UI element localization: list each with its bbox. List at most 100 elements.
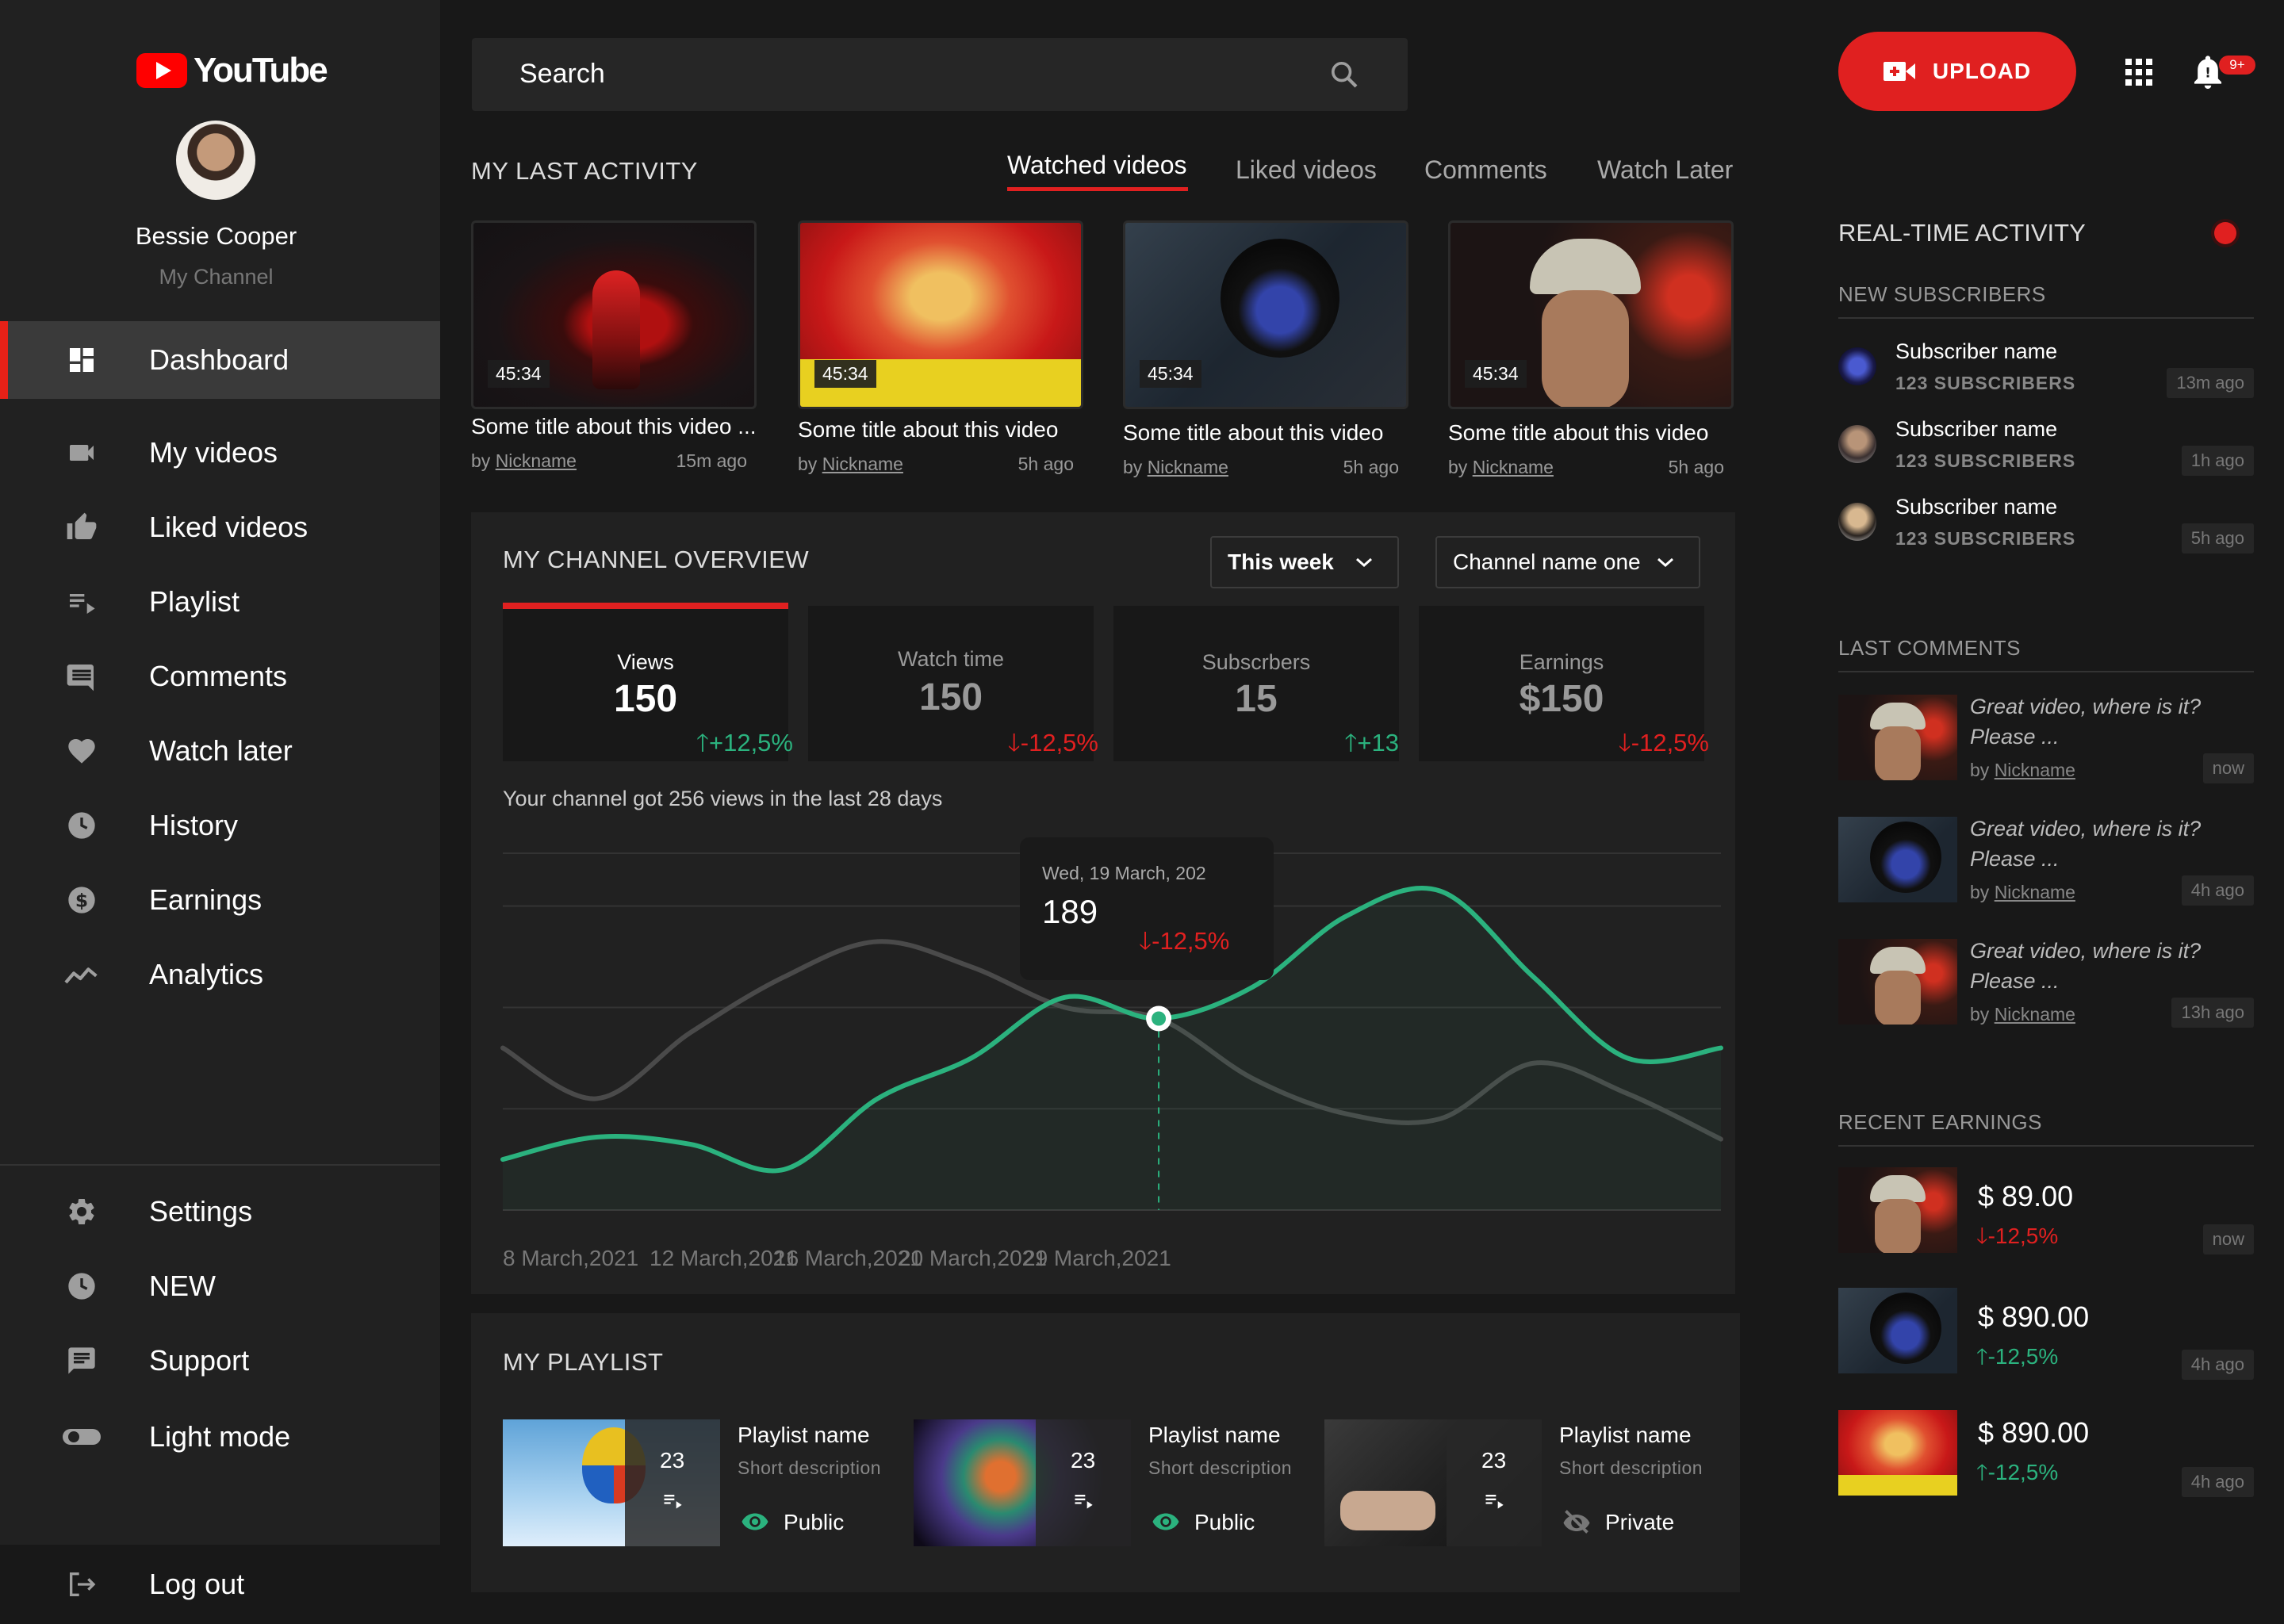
- video-title[interactable]: Some title about this video ...: [471, 414, 757, 439]
- sidebar-item-support[interactable]: Support: [0, 1322, 440, 1400]
- tab-watched-videos[interactable]: Watched videos: [1007, 151, 1186, 180]
- playlist-thumbnail[interactable]: 23: [914, 1419, 1131, 1546]
- eye-icon: [742, 1513, 768, 1530]
- subscriber-name[interactable]: Subscriber name: [1895, 495, 2057, 519]
- time-badge: 4h ago: [2181, 1350, 2254, 1380]
- video-time: 5h ago: [1017, 454, 1074, 474]
- sidebar-item-liked-videos[interactable]: Liked videos: [0, 488, 440, 566]
- tab-comments[interactable]: Comments: [1424, 155, 1547, 185]
- sidebar-item-comments[interactable]: Comments: [0, 638, 440, 715]
- active-tab-indicator: [1007, 187, 1188, 191]
- comment-item[interactable]: Great video, where is it? Please ... by …: [1838, 936, 2254, 1031]
- playlist-name: Playlist name: [738, 1423, 870, 1447]
- subscriber-name[interactable]: Subscriber name: [1895, 417, 2057, 442]
- tab-watch-later[interactable]: Watch Later: [1597, 155, 1733, 185]
- thumbnail-figure: [1542, 290, 1629, 407]
- subscriber-item[interactable]: Subscriber name 123 SUBSCRIBERS 1h ago: [1838, 417, 2254, 476]
- comment-item[interactable]: Great video, where is it? Please ... by …: [1838, 814, 2254, 909]
- bell-icon[interactable]: !: [2190, 52, 2225, 90]
- thumbnail-figure: [592, 270, 640, 389]
- arrow-up-icon: 🡑: [1976, 1460, 1988, 1484]
- trend-icon: [62, 955, 102, 994]
- earning-item[interactable]: $ 890.00 🡑-12,5% 4h ago: [1838, 1288, 2254, 1380]
- playlist-item[interactable]: 23 Playlist name Short description Priva…: [1324, 1419, 1737, 1546]
- author-link[interactable]: Nickname: [822, 454, 903, 474]
- sidebar-item-my-videos[interactable]: My videos: [0, 414, 440, 492]
- earning-item[interactable]: $ 89.00 🡓-12,5% now: [1838, 1167, 2254, 1256]
- playlist-icon: [1485, 1495, 1504, 1509]
- comment-thumbnail[interactable]: [1838, 695, 1957, 780]
- video-meta: by Nickname 5h ago: [798, 454, 1083, 475]
- sidebar-item-dashboard[interactable]: Dashboard: [0, 321, 440, 399]
- avatar[interactable]: [176, 121, 255, 200]
- playlist-item[interactable]: 23 Playlist name Short description Publi…: [914, 1419, 1326, 1546]
- search-bar[interactable]: Search: [472, 38, 1408, 111]
- user-name: Bessie Cooper: [135, 222, 297, 250]
- video-thumbnail[interactable]: 45:34: [1123, 220, 1408, 409]
- author-link[interactable]: Nickname: [1148, 457, 1228, 477]
- subscriber-avatar[interactable]: [1838, 347, 1876, 385]
- thumbnail-hat: [1870, 703, 1926, 730]
- video-title[interactable]: Some title about this video: [1448, 420, 1734, 446]
- subscriber-item[interactable]: Subscriber name 123 SUBSCRIBERS 13m ago: [1838, 339, 2254, 398]
- logout-button[interactable]: Log out: [0, 1545, 440, 1624]
- video-card[interactable]: 45:34 Some title about this video by Nic…: [1448, 220, 1734, 478]
- subscriber-name[interactable]: Subscriber name: [1895, 339, 2057, 364]
- subscriber-avatar[interactable]: [1838, 425, 1876, 463]
- subscriber-avatar[interactable]: [1838, 503, 1876, 541]
- earning-thumbnail[interactable]: [1838, 1167, 1957, 1253]
- video-thumbnail[interactable]: 45:34: [471, 220, 757, 409]
- author-link[interactable]: Nickname: [496, 450, 577, 471]
- apps-grid-icon[interactable]: [2125, 59, 2152, 86]
- earning-change-value: -12,5%: [1987, 1460, 2059, 1484]
- thumbnail-figure: [1870, 1293, 1941, 1364]
- earning-item[interactable]: $ 890.00 🡑-12,5% 4h ago: [1838, 1410, 2254, 1499]
- video-card[interactable]: 45:34 Some title about this video ... by…: [471, 220, 757, 472]
- comment-thumbnail[interactable]: [1838, 817, 1957, 902]
- video-thumbnail[interactable]: 45:34: [798, 220, 1083, 409]
- playlist-description: Short description: [738, 1457, 882, 1478]
- video-card[interactable]: 45:34 Some title about this video by Nic…: [1123, 220, 1408, 478]
- sidebar-item-light-mode[interactable]: Light mode: [0, 1398, 440, 1476]
- sidebar-item-new[interactable]: NEW: [0, 1247, 440, 1325]
- author-link[interactable]: Nickname: [1473, 457, 1554, 477]
- author-link[interactable]: Nickname: [1995, 1004, 2075, 1025]
- search-input[interactable]: Search: [519, 59, 605, 90]
- video-title[interactable]: Some title about this video: [1123, 420, 1408, 446]
- upload-button[interactable]: UPLOAD: [1838, 32, 2076, 111]
- playlist-count-overlay: 23: [1036, 1419, 1131, 1546]
- recent-earnings-title: RECENT EARNINGS: [1838, 1110, 2042, 1134]
- playlist-thumbnail[interactable]: 23: [1324, 1419, 1542, 1546]
- earning-thumbnail[interactable]: [1838, 1288, 1957, 1373]
- subscriber-count: 123 SUBSCRIBERS: [1895, 528, 2076, 549]
- thumbnail-hat: [1870, 947, 1926, 974]
- sidebar-item-settings[interactable]: Settings: [0, 1173, 440, 1251]
- search-icon[interactable]: [1328, 59, 1360, 90]
- comment-item[interactable]: Great video, where is it? Please ... by …: [1838, 691, 2254, 787]
- thumbnail-hat: [1870, 1175, 1926, 1202]
- sidebar-item-watch-later[interactable]: Watch later: [0, 712, 440, 790]
- sidebar-item-label: Liked videos: [149, 511, 308, 543]
- chart-tooltip: Wed, 19 March, 202 189 🡓-12,5%: [1020, 837, 1274, 980]
- sidebar-item-playlist[interactable]: Playlist: [0, 563, 440, 641]
- earning-thumbnail[interactable]: [1838, 1410, 1957, 1496]
- video-thumbnail[interactable]: 45:34: [1448, 220, 1734, 409]
- playlist-thumbnail[interactable]: 23: [503, 1419, 720, 1546]
- chart-x-tick-label: 8 March,2021: [503, 1246, 638, 1270]
- sidebar-item-earnings[interactable]: $ Earnings: [0, 861, 440, 939]
- video-card[interactable]: 45:34 Some title about this video by Nic…: [798, 220, 1083, 475]
- tab-liked-videos[interactable]: Liked videos: [1236, 155, 1377, 185]
- chat-icon: [62, 1341, 102, 1381]
- video-title[interactable]: Some title about this video: [798, 417, 1083, 442]
- logout-area: Log out: [0, 1545, 440, 1624]
- sidebar-item-history[interactable]: History: [0, 787, 440, 864]
- author-link[interactable]: Nickname: [1995, 882, 2075, 902]
- sidebar-item-analytics[interactable]: Analytics: [0, 936, 440, 1013]
- youtube-logo[interactable]: YouTube: [136, 51, 328, 90]
- author-link[interactable]: Nickname: [1995, 760, 2075, 780]
- video-duration: 45:34: [814, 360, 876, 388]
- subscriber-item[interactable]: Subscriber name 123 SUBSCRIBERS 5h ago: [1838, 495, 2254, 553]
- my-channel-link[interactable]: My Channel: [0, 265, 432, 289]
- comment-thumbnail[interactable]: [1838, 939, 1957, 1025]
- playlist-item[interactable]: 23 Playlist name Short description Publi…: [503, 1419, 915, 1546]
